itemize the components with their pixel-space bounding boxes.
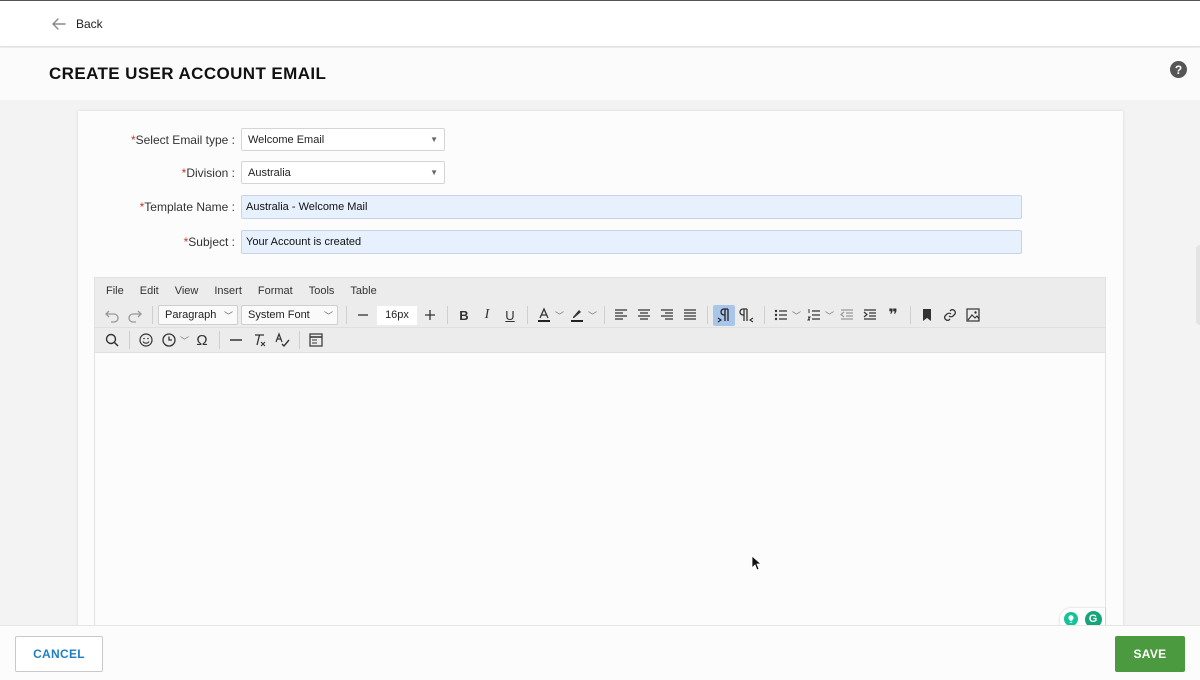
division-row: *Division : Australia ▼ <box>78 161 445 184</box>
editor-menubar: File Edit View Insert Format Tools Table <box>95 278 1105 303</box>
block-format-value: Paragraph <box>165 309 217 321</box>
back-button[interactable]: Back <box>50 15 103 33</box>
subject-row: *Subject : Your Account is created <box>78 230 1022 254</box>
menu-tools[interactable]: Tools <box>309 285 335 297</box>
increase-font-size-icon[interactable] <box>419 305 441 326</box>
email-type-row: *Select Email type : Welcome Email ▼ <box>78 128 445 151</box>
highlight-color-icon[interactable] <box>566 305 588 326</box>
toolbar-divider <box>764 306 766 324</box>
undo-icon[interactable] <box>101 305 123 326</box>
clear-formatting-icon[interactable] <box>248 330 270 351</box>
align-center-icon[interactable] <box>633 305 655 326</box>
toolbar-divider <box>527 306 528 324</box>
page-title: CREATE USER ACCOUNT EMAIL <box>49 64 327 83</box>
chevron-down-icon: ﹀ <box>223 310 233 321</box>
template-icon[interactable] <box>305 330 327 351</box>
dropdown-caret-icon: ▼ <box>430 135 438 144</box>
lightbulb-icon[interactable] <box>1063 612 1078 626</box>
editor-content-area[interactable]: G <box>95 354 1105 630</box>
decrease-font-size-icon[interactable] <box>352 305 374 326</box>
italic-icon[interactable]: I <box>476 305 498 326</box>
chevron-down-icon[interactable]: ﹀ <box>792 309 801 322</box>
menu-format[interactable]: Format <box>258 285 293 297</box>
block-format-select[interactable]: Paragraph ﹀ <box>158 305 238 325</box>
toolbar-divider <box>346 306 347 324</box>
chevron-down-icon[interactable]: ﹀ <box>180 334 189 347</box>
chevron-down-icon: ﹀ <box>323 310 333 321</box>
link-icon[interactable] <box>939 305 961 326</box>
bullet-list-icon[interactable] <box>770 305 792 326</box>
cancel-button[interactable]: CANCEL <box>15 636 103 672</box>
editor-toolbar-secondary: ﹀ Ω <box>95 328 1105 353</box>
template-name-row: *Template Name : Australia - Welcome Mai… <box>78 195 1022 219</box>
email-type-label: *Select Email type : <box>130 132 235 147</box>
image-icon[interactable] <box>962 305 984 326</box>
help-icon[interactable]: ? <box>1170 61 1187 78</box>
special-character-icon[interactable]: Ω <box>191 330 213 351</box>
rtl-direction-icon[interactable] <box>736 305 758 326</box>
mouse-cursor-icon <box>751 555 761 571</box>
font-family-select[interactable]: System Font ﹀ <box>241 305 338 325</box>
rich-text-editor: File Edit View Insert Format Tools Table… <box>94 277 1106 631</box>
toolbar-divider <box>219 331 221 349</box>
menu-table[interactable]: Table <box>350 285 376 297</box>
subject-label: *Subject : <box>183 235 235 249</box>
toolbar-divider <box>910 306 912 324</box>
save-button[interactable]: SAVE <box>1115 636 1185 672</box>
datetime-icon[interactable] <box>158 330 180 351</box>
division-select[interactable]: Australia ▼ <box>241 161 445 184</box>
template-name-input[interactable]: Australia - Welcome Mail <box>241 195 1022 219</box>
align-justify-icon[interactable] <box>679 305 701 326</box>
toolbar-divider <box>152 306 153 324</box>
horizontal-line-icon[interactable] <box>225 330 247 351</box>
indent-icon[interactable] <box>859 305 881 326</box>
redo-icon[interactable] <box>124 305 146 326</box>
bookmark-icon[interactable] <box>916 305 938 326</box>
menu-edit[interactable]: Edit <box>140 285 159 297</box>
toolbar-divider <box>299 331 301 349</box>
chevron-down-icon[interactable]: ﹀ <box>588 309 597 322</box>
action-footer: CANCEL SAVE <box>0 625 1200 680</box>
menu-file[interactable]: File <box>106 285 124 297</box>
back-label: Back <box>76 16 103 31</box>
toolbar-divider <box>604 306 606 324</box>
text-color-icon[interactable] <box>533 305 555 326</box>
division-label: *Division : <box>181 165 235 180</box>
form-card: *Select Email type : Welcome Email ▼ *Di… <box>78 111 1123 631</box>
blockquote-icon[interactable]: ❞ <box>882 305 904 326</box>
search-icon[interactable] <box>101 330 123 351</box>
align-left-icon[interactable] <box>610 305 632 326</box>
emoji-icon[interactable] <box>135 330 157 351</box>
template-name-label: *Template Name : <box>139 200 235 214</box>
bold-icon[interactable]: B <box>453 305 475 326</box>
font-family-value: System Font <box>248 309 310 321</box>
top-bar: Back <box>0 1 1200 47</box>
side-panel-handle[interactable] <box>1196 245 1200 325</box>
email-type-value: Welcome Email <box>248 133 325 146</box>
toolbar-divider <box>707 306 709 324</box>
toolbar-divider <box>129 331 130 349</box>
underline-icon[interactable]: U <box>499 305 521 326</box>
division-value: Australia <box>248 166 291 179</box>
chevron-down-icon[interactable]: ﹀ <box>825 309 834 322</box>
page-header: CREATE USER ACCOUNT EMAIL ? <box>0 48 1200 100</box>
email-type-select[interactable]: Welcome Email ▼ <box>241 128 445 151</box>
toolbar-divider <box>447 306 448 324</box>
outdent-icon[interactable] <box>836 305 858 326</box>
spellcheck-icon[interactable] <box>271 330 293 351</box>
menu-view[interactable]: View <box>175 285 199 297</box>
dropdown-caret-icon: ▼ <box>430 168 438 177</box>
font-size-input[interactable]: 16px <box>377 305 417 325</box>
ltr-direction-icon[interactable] <box>713 304 736 326</box>
align-right-icon[interactable] <box>656 305 678 326</box>
editor-toolbar-primary: Paragraph ﹀ System Font ﹀ 16px B I U ﹀ ﹀… <box>95 303 1105 328</box>
menu-insert[interactable]: Insert <box>214 285 242 297</box>
chevron-down-icon[interactable]: ﹀ <box>555 309 564 322</box>
numbered-list-icon[interactable] <box>803 305 825 326</box>
subject-input[interactable]: Your Account is created <box>241 230 1022 254</box>
arrow-left-icon <box>52 17 66 30</box>
